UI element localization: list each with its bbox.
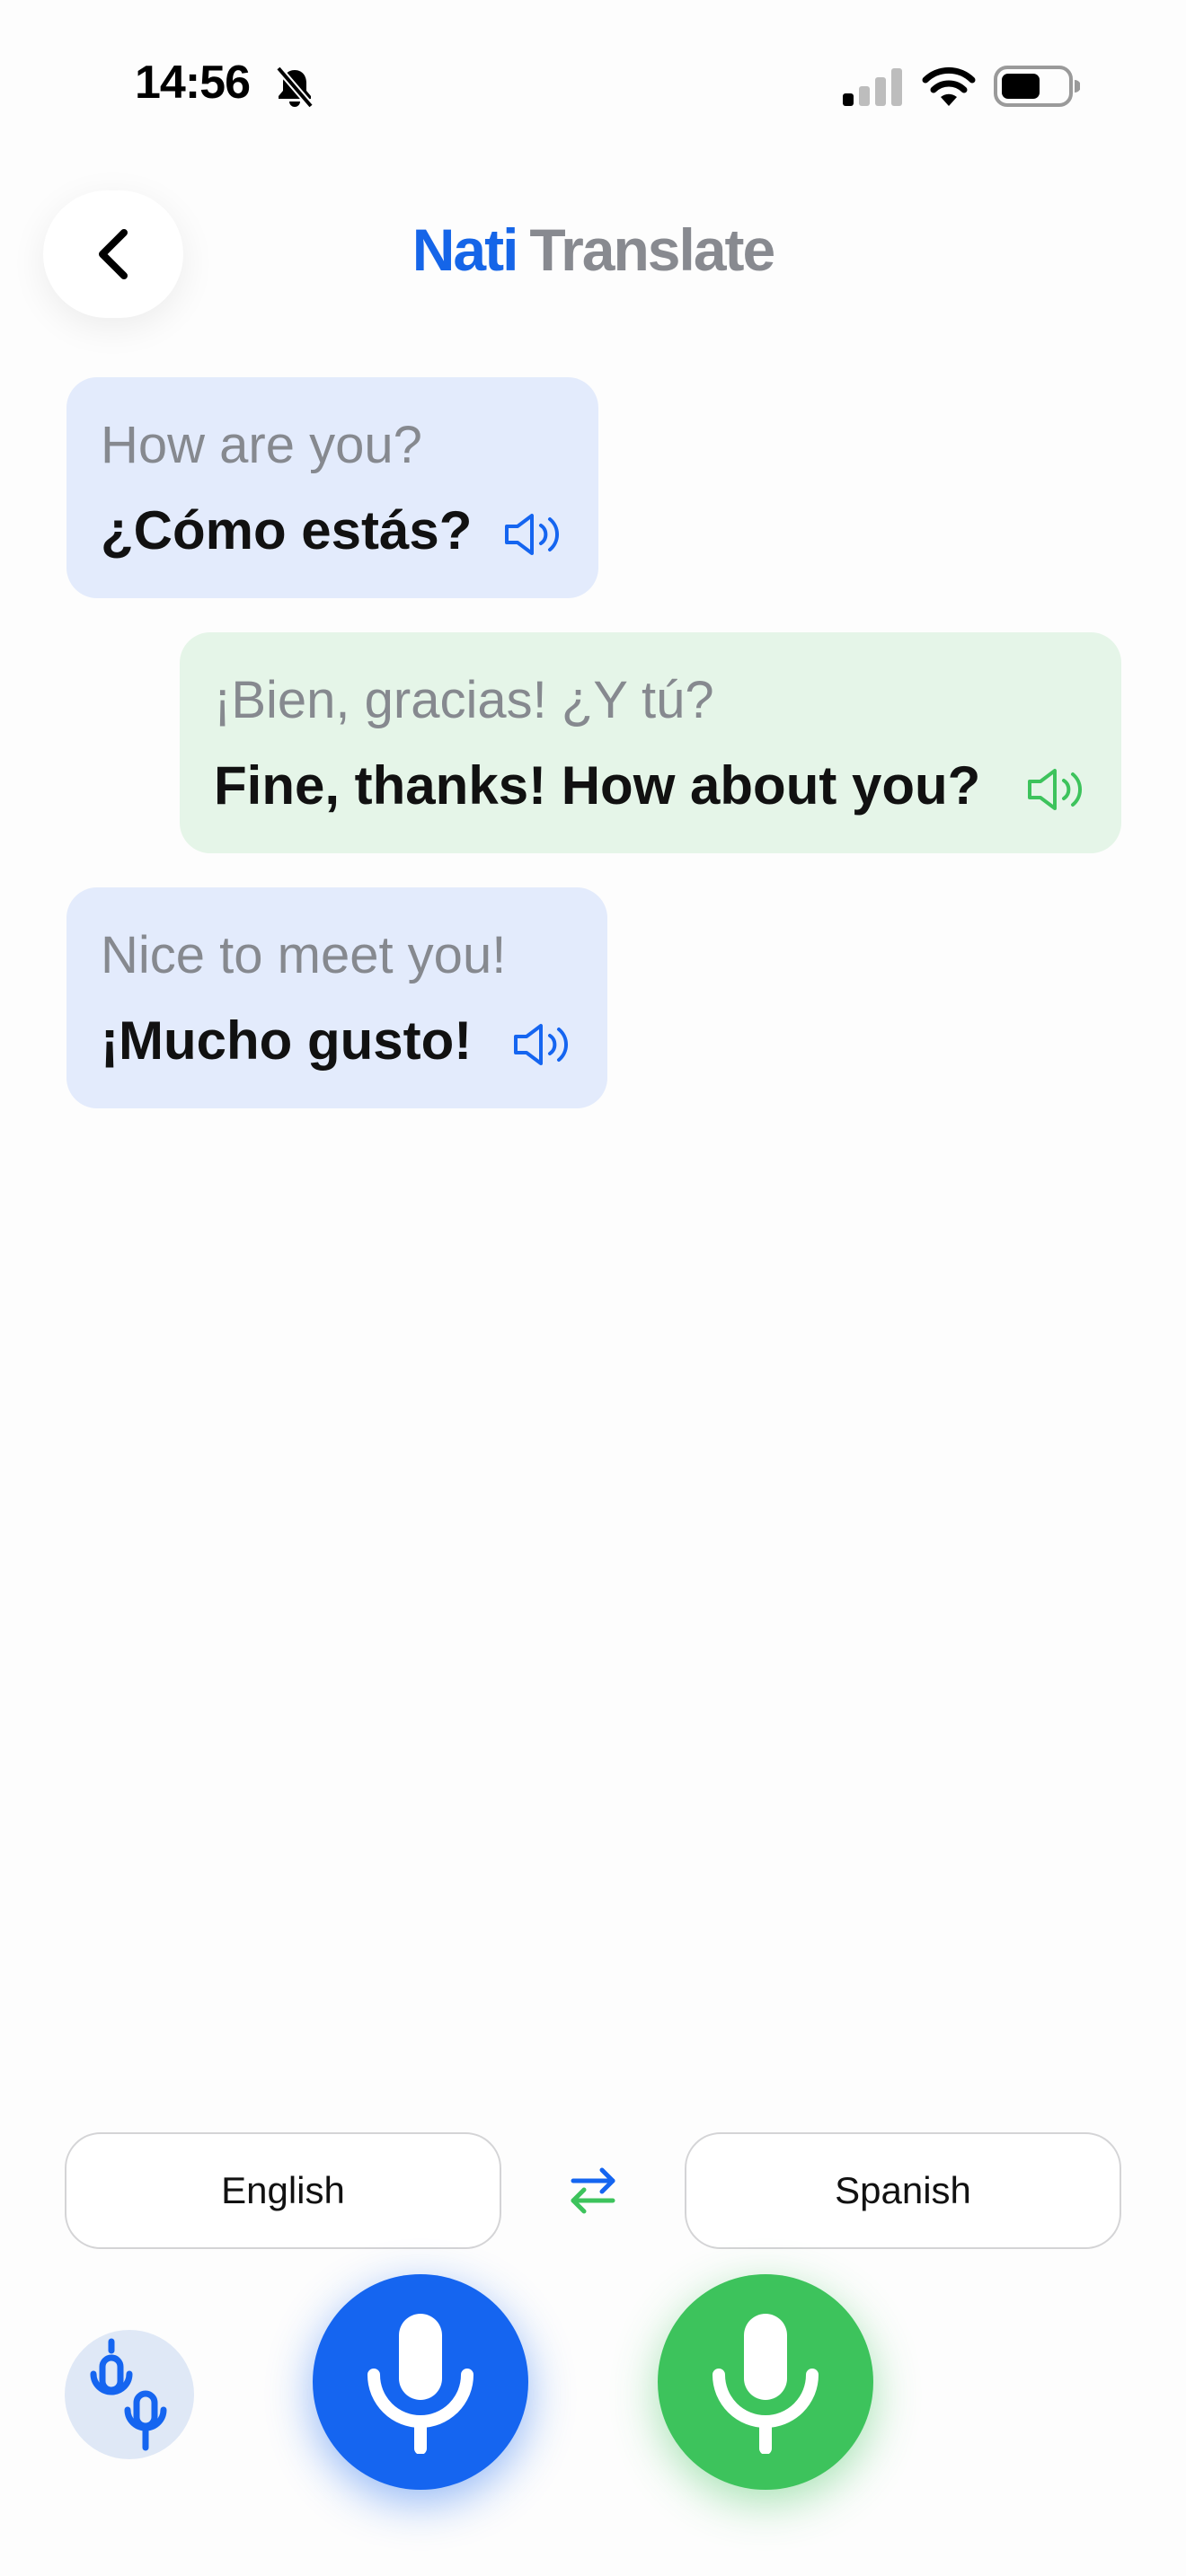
message-bubble: ¡Bien, gracias! ¿Y tú? Fine, thanks! How… xyxy=(180,632,1121,853)
target-language-button[interactable]: Spanish xyxy=(685,2132,1121,2249)
speaker-icon[interactable] xyxy=(512,1022,573,1067)
app-title-product: Translate xyxy=(529,216,775,283)
message-source-text: ¡Bien, gracias! ¿Y tú? xyxy=(214,671,714,729)
bell-slash-icon xyxy=(275,66,314,108)
message-translation-text: Fine, thanks! How about you? xyxy=(214,755,981,816)
message-translation-text: ¿Cómo estás? xyxy=(101,500,473,560)
wifi-icon xyxy=(922,66,976,106)
app-title: Nati Translate xyxy=(0,216,1186,284)
message-source-text: How are you? xyxy=(101,416,422,474)
speaker-icon[interactable] xyxy=(503,512,564,557)
message-translation-text: ¡Mucho gusto! xyxy=(101,1010,473,1071)
microphone-icon xyxy=(367,2314,474,2454)
message-bubble: How are you? ¿Cómo estás? xyxy=(66,377,598,598)
dual-microphone-icon xyxy=(90,2338,167,2451)
microphone-icon xyxy=(712,2314,819,2454)
battery-icon xyxy=(994,66,1080,107)
status-time: 14:56 xyxy=(135,57,251,109)
conversation-mode-button[interactable] xyxy=(65,2330,194,2459)
message-source-text: Nice to meet you! xyxy=(101,926,507,984)
speak-target-language-button[interactable] xyxy=(658,2274,873,2490)
speak-source-language-button[interactable] xyxy=(313,2274,528,2490)
source-language-button[interactable]: English xyxy=(65,2132,501,2249)
message-bubble: Nice to meet you! ¡Mucho gusto! xyxy=(66,887,607,1108)
cellular-signal-icon xyxy=(843,68,902,106)
swap-arrows-icon[interactable] xyxy=(561,2157,625,2222)
translate-screen: 14:56 Nati Translate How are you? ¿Cómo e… xyxy=(0,0,1186,2576)
speaker-icon[interactable] xyxy=(1026,767,1087,812)
app-title-brand: Nati xyxy=(412,216,519,283)
